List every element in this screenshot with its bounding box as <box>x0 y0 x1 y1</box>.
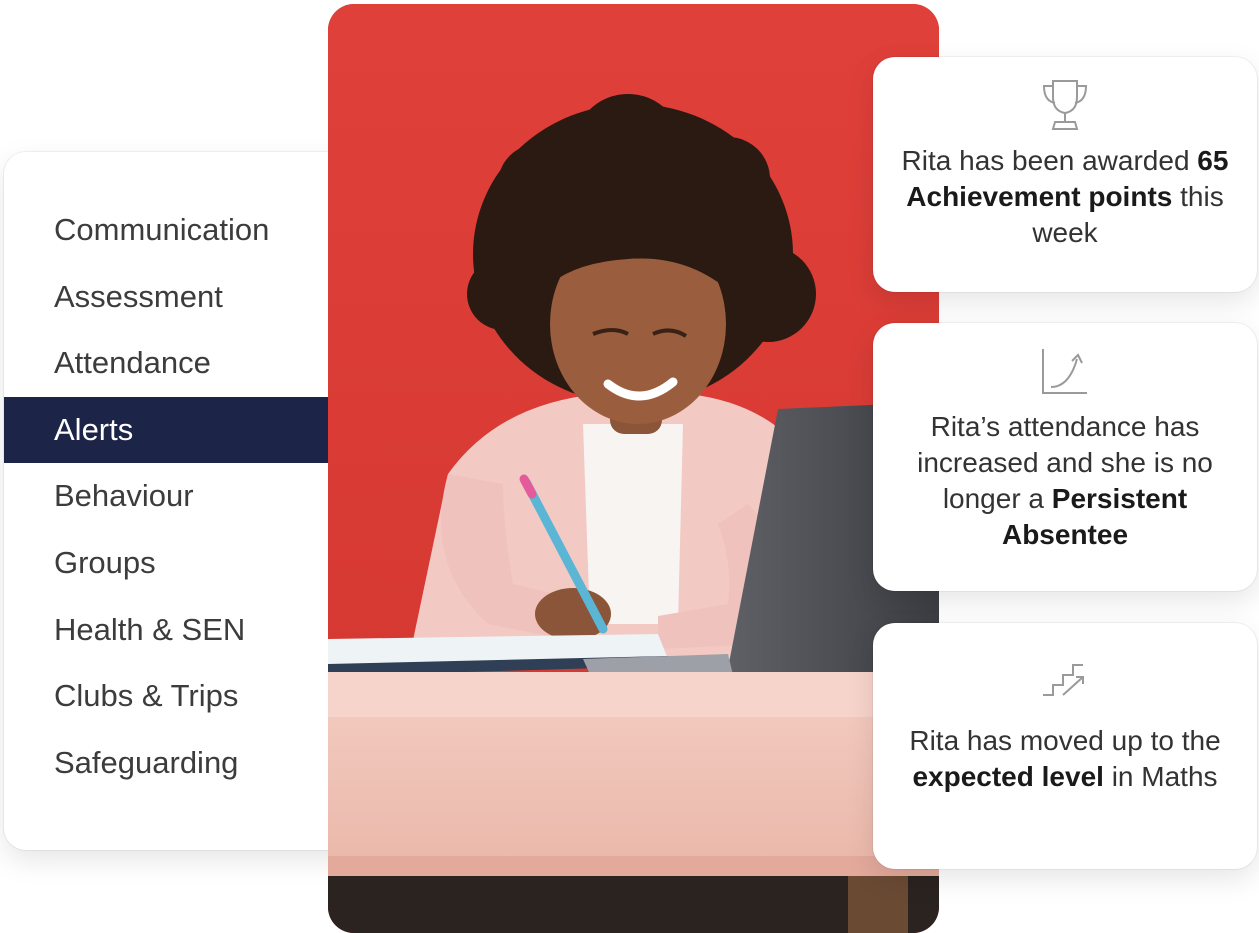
stairs-up-icon <box>1043 664 1084 696</box>
attendance-message: Rita’s attendance has increased and she … <box>891 409 1239 553</box>
attendance-card: Rita’s attendance has increased and she … <box>873 323 1257 591</box>
achievement-card: Rita has been awarded 65 Achievement poi… <box>873 57 1257 292</box>
achievement-message: Rita has been awarded 65 Achievement poi… <box>891 143 1239 251</box>
assessment-card: Rita has moved up to the expected level … <box>873 623 1257 869</box>
achievement-text-before: Rita has been awarded <box>901 145 1198 176</box>
trophy-icon <box>1042 80 1088 130</box>
assessment-message: Rita has moved up to the expected level … <box>891 723 1239 795</box>
expected-level-highlight: expected level <box>912 761 1104 792</box>
student-illustration <box>328 4 939 933</box>
assessment-text-before: Rita has moved up to the <box>909 725 1221 756</box>
student-photo <box>328 4 939 933</box>
assessment-text-after: in Maths <box>1103 761 1218 792</box>
growth-chart-icon <box>1042 349 1087 394</box>
